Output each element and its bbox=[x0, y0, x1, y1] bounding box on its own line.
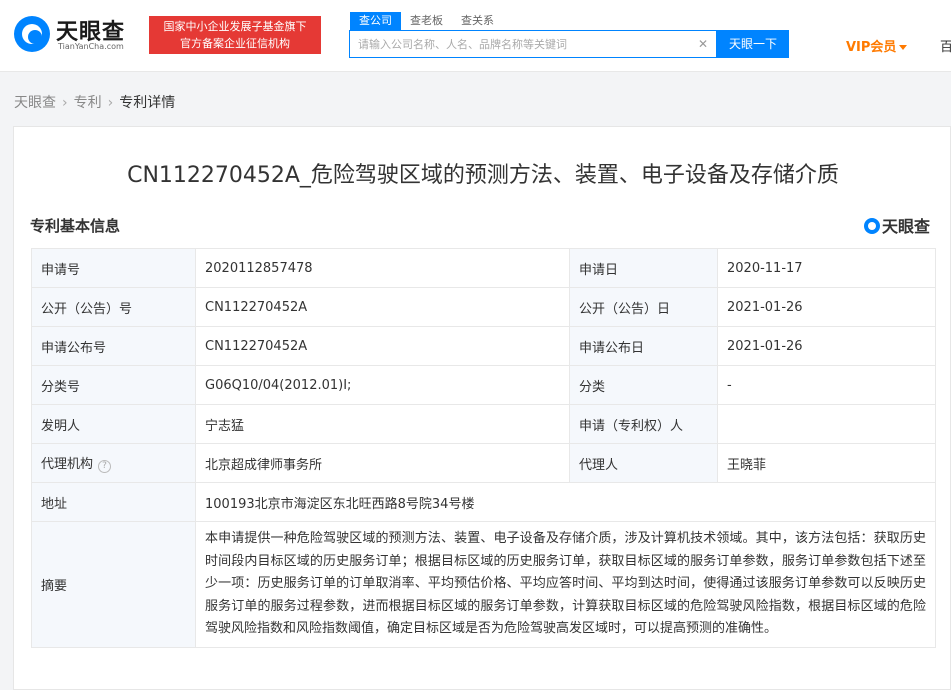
table-row: 摘要 本申请提供一种危险驾驶区域的预测方法、装置、电子设备及存储介质，涉及计算机… bbox=[31, 521, 936, 648]
table-row: 发明人 宁志猛 申请（专利权）人 bbox=[31, 404, 936, 444]
tab-company[interactable]: 查公司 bbox=[350, 12, 401, 30]
label-application-no: 申请号 bbox=[31, 248, 196, 288]
table-row: 分类号 G06Q10/04(2012.01)I; 分类 - bbox=[31, 365, 936, 405]
gov-badge-line2: 官方备案企业征信机构 bbox=[180, 37, 290, 50]
label-inventor: 发明人 bbox=[31, 404, 196, 444]
logo-domain: TianYanCha.com bbox=[58, 42, 124, 51]
label-address: 地址 bbox=[31, 482, 196, 522]
label-class-no: 分类号 bbox=[31, 365, 196, 405]
table-row: 申请公布号 CN112270452A 申请公布日 2021-01-26 bbox=[31, 326, 936, 366]
value-agent: 王晓菲 bbox=[717, 443, 936, 483]
vip-member-link[interactable]: VIP会员 bbox=[846, 36, 908, 55]
value-class-no: G06Q10/04(2012.01)I; bbox=[195, 365, 570, 405]
label-publication-date: 公开（公告）日 bbox=[569, 287, 718, 327]
logo-eye-icon bbox=[14, 16, 50, 52]
value-application-date: 2020-11-17 bbox=[717, 248, 936, 288]
value-publication-date: 2021-01-26 bbox=[717, 287, 936, 327]
tab-boss[interactable]: 查老板 bbox=[401, 12, 452, 30]
breadcrumb: 天眼查 › 专利 › 专利详情 bbox=[14, 92, 175, 112]
value-announce-date: 2021-01-26 bbox=[717, 326, 936, 366]
tab-relation[interactable]: 查关系 bbox=[452, 12, 503, 30]
breadcrumb-home[interactable]: 天眼查 bbox=[14, 95, 56, 111]
label-category: 分类 bbox=[569, 365, 718, 405]
label-agent: 代理人 bbox=[569, 443, 718, 483]
eye-logo-icon bbox=[863, 218, 880, 234]
patent-card: CN112270452A_危险驾驶区域的预测方法、装置、电子设备及存储介质 专利… bbox=[13, 126, 951, 690]
nav-item-cut[interactable]: 百 bbox=[940, 36, 951, 55]
breadcrumb-patent[interactable]: 专利 bbox=[74, 95, 102, 111]
value-applicant bbox=[717, 404, 936, 444]
value-category: - bbox=[717, 365, 936, 405]
help-icon[interactable]: ? bbox=[98, 460, 112, 473]
label-applicant: 申请（专利权）人 bbox=[569, 404, 718, 444]
gov-badge-line1: 国家中小企业发展子基金旗下 bbox=[163, 20, 307, 33]
watermark-text: 天眼查 bbox=[881, 217, 930, 236]
table-row: 申请号 2020112857478 申请日 2020-11-17 bbox=[31, 248, 936, 288]
tianyancha-logo[interactable]: 天眼查 TianYanCha.com bbox=[14, 14, 140, 54]
value-agency: 北京超成律师事务所 bbox=[195, 443, 570, 483]
caret-down-icon bbox=[899, 45, 908, 50]
label-application-date: 申请日 bbox=[569, 248, 718, 288]
value-inventor: 宁志猛 bbox=[195, 404, 570, 444]
breadcrumb-current: 专利详情 bbox=[119, 95, 176, 111]
value-publication-no: CN112270452A bbox=[195, 287, 570, 327]
search-input[interactable] bbox=[350, 31, 690, 57]
search-button[interactable]: 天眼一下 bbox=[717, 30, 789, 58]
label-agency-text: 代理机构 bbox=[41, 457, 94, 472]
label-announce-date: 申请公布日 bbox=[569, 326, 718, 366]
clear-icon[interactable]: ✕ bbox=[698, 37, 708, 51]
table-row: 地址 100193北京市海淀区东北旺西路8号院34号楼 bbox=[31, 482, 936, 522]
patent-title: CN112270452A_危险驾驶区域的预测方法、装置、电子设备及存储介质 bbox=[127, 163, 839, 188]
table-row: 公开（公告）号 CN112270452A 公开（公告）日 2021-01-26 bbox=[31, 287, 936, 327]
value-abstract: 本申请提供一种危险驾驶区域的预测方法、装置、电子设备及存储介质，涉及计算机技术领… bbox=[195, 521, 936, 648]
value-application-no: 2020112857478 bbox=[195, 248, 570, 288]
search-box: ✕ bbox=[349, 30, 717, 58]
label-agency: 代理机构? bbox=[31, 443, 196, 483]
chevron-right-icon: › bbox=[107, 95, 114, 111]
section-title: 专利基本信息 bbox=[30, 217, 121, 235]
search-tabs: 查公司 查老板 查关系 bbox=[350, 12, 503, 30]
value-announce-no: CN112270452A bbox=[195, 326, 570, 366]
vip-label: VIP会员 bbox=[846, 40, 897, 55]
label-announce-no: 申请公布号 bbox=[31, 326, 196, 366]
chevron-right-icon: › bbox=[62, 95, 68, 111]
gov-badge[interactable]: 国家中小企业发展子基金旗下 官方备案企业征信机构 bbox=[149, 16, 321, 54]
patent-info-table: 申请号 2020112857478 申请日 2020-11-17 公开（公告）号… bbox=[31, 248, 936, 648]
label-abstract: 摘要 bbox=[31, 521, 196, 648]
tianyancha-watermark: 天眼查 bbox=[863, 213, 930, 237]
label-publication-no: 公开（公告）号 bbox=[31, 287, 196, 327]
table-row: 代理机构? 北京超成律师事务所 代理人 王晓菲 bbox=[31, 443, 936, 483]
top-header: 天眼查 TianYanCha.com 国家中小企业发展子基金旗下 官方备案企业征… bbox=[0, 0, 951, 72]
value-address: 100193北京市海淀区东北旺西路8号院34号楼 bbox=[195, 482, 936, 522]
